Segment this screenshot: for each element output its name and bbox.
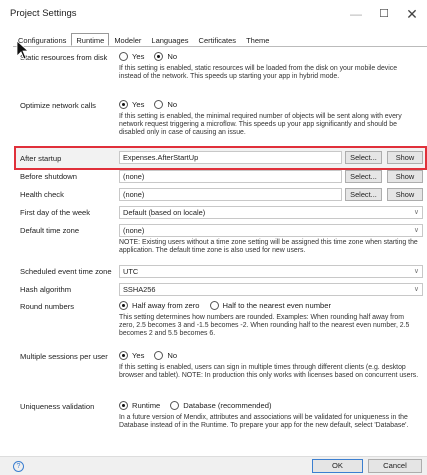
multiple-sessions-label: Multiple sessions per user <box>20 352 108 361</box>
tab-runtime[interactable]: Runtime <box>71 33 110 46</box>
multiple-sessions-no-radio[interactable] <box>154 351 164 360</box>
multiple-sessions-yes-label: Yes <box>132 351 145 360</box>
static-resources-yes-label: Yes <box>132 52 145 61</box>
static-resources-yes-radio[interactable] <box>119 52 128 61</box>
uniqueness-description: In a future version of Mendix, attribute… <box>119 414 409 430</box>
multiple-sessions-radio-group: Yes No <box>119 351 177 360</box>
tab-certificates[interactable]: Certificates <box>194 33 242 46</box>
round-half-even-radio[interactable] <box>209 301 219 310</box>
before-shutdown-field[interactable]: (none) <box>119 170 342 183</box>
round-numbers-description: This setting determines how numbers are … <box>119 314 410 338</box>
uniqueness-runtime-label: Runtime <box>132 401 161 410</box>
static-resources-no-label: No <box>167 52 178 61</box>
uniqueness-runtime-radio[interactable] <box>119 401 128 410</box>
cancel-button[interactable]: Cancel <box>368 459 422 473</box>
health-check-label: Health check <box>20 190 64 199</box>
after-startup-label: After startup <box>20 154 62 163</box>
ok-button[interactable]: OK <box>312 459 363 473</box>
tab-theme[interactable]: Theme <box>241 33 274 46</box>
multiple-sessions-yes-radio[interactable] <box>119 351 128 360</box>
optimize-network-yes-radio[interactable] <box>119 100 128 109</box>
scheduled-time-zone-dropdown[interactable]: UTC <box>119 265 423 278</box>
uniqueness-validation-label: Uniqueness validation <box>20 402 95 411</box>
optimize-network-no-radio[interactable] <box>154 100 164 109</box>
uniqueness-radio-group: Runtime Database (recommended) <box>119 401 272 410</box>
uniqueness-database-label: Database (recommended) <box>183 401 272 410</box>
optimize-network-label: Optimize network calls <box>20 101 96 110</box>
static-resources-radio-group: Yes No <box>119 52 177 61</box>
before-shutdown-select-button[interactable]: Select... <box>345 170 382 183</box>
before-shutdown-label: Before shutdown <box>20 172 77 181</box>
round-half-away-radio[interactable] <box>119 301 128 310</box>
tab-modeler[interactable]: Modeler <box>109 33 146 46</box>
optimize-network-description: If this setting is enabled, the minimal … <box>119 113 402 137</box>
hash-algorithm-dropdown[interactable]: SSHA256 <box>119 283 423 296</box>
optimize-network-radio-group: Yes No <box>119 100 177 109</box>
multiple-sessions-no-label: No <box>167 351 178 360</box>
static-resources-no-radio[interactable] <box>154 52 164 61</box>
after-startup-field[interactable]: Expenses.AfterStartUp <box>119 151 342 164</box>
first-day-dropdown[interactable]: Default (based on locale) <box>119 206 423 219</box>
close-button[interactable]: ✕ <box>400 4 424 24</box>
static-resources-description: If this setting is enabled, static resou… <box>119 65 398 81</box>
scheduled-time-zone-label: Scheduled event time zone <box>20 267 112 276</box>
health-check-select-button[interactable]: Select... <box>345 188 382 201</box>
round-numbers-label: Round numbers <box>20 302 75 311</box>
default-time-zone-label: Default time zone <box>20 226 80 235</box>
multiple-sessions-description: If this setting is enabled, users can si… <box>119 364 419 380</box>
mouse-cursor-icon <box>16 40 30 60</box>
first-day-label: First day of the week <box>20 208 91 217</box>
before-shutdown-show-button[interactable]: Show <box>387 170 423 183</box>
round-numbers-radio-group: Half away from zero Half to the nearest … <box>119 301 331 310</box>
help-icon[interactable]: ? <box>13 461 24 472</box>
hash-algorithm-label: Hash algorithm <box>20 285 72 294</box>
after-startup-show-button[interactable]: Show <box>387 151 423 164</box>
tab-divider <box>13 46 427 47</box>
window-title: Project Settings <box>10 8 77 19</box>
default-time-zone-description: NOTE: Existing users without a time zone… <box>119 239 418 255</box>
static-resources-label: Static resources from disk <box>20 53 108 62</box>
tab-bar: Configurations Runtime Modeler Languages… <box>13 33 274 46</box>
optimize-network-yes-label: Yes <box>132 100 145 109</box>
tab-languages[interactable]: Languages <box>146 33 193 46</box>
maximize-button[interactable]: ☐ <box>372 4 396 24</box>
optimize-network-no-label: No <box>167 100 178 109</box>
round-half-away-label: Half away from zero <box>132 301 200 310</box>
after-startup-select-button[interactable]: Select... <box>345 151 382 164</box>
minimize-button[interactable]: — <box>344 4 368 24</box>
health-check-field[interactable]: (none) <box>119 188 342 201</box>
round-half-even-label: Half to the nearest even number <box>222 301 332 310</box>
health-check-show-button[interactable]: Show <box>387 188 423 201</box>
uniqueness-database-radio[interactable] <box>170 401 180 410</box>
default-time-zone-dropdown[interactable]: (none) <box>119 224 423 237</box>
